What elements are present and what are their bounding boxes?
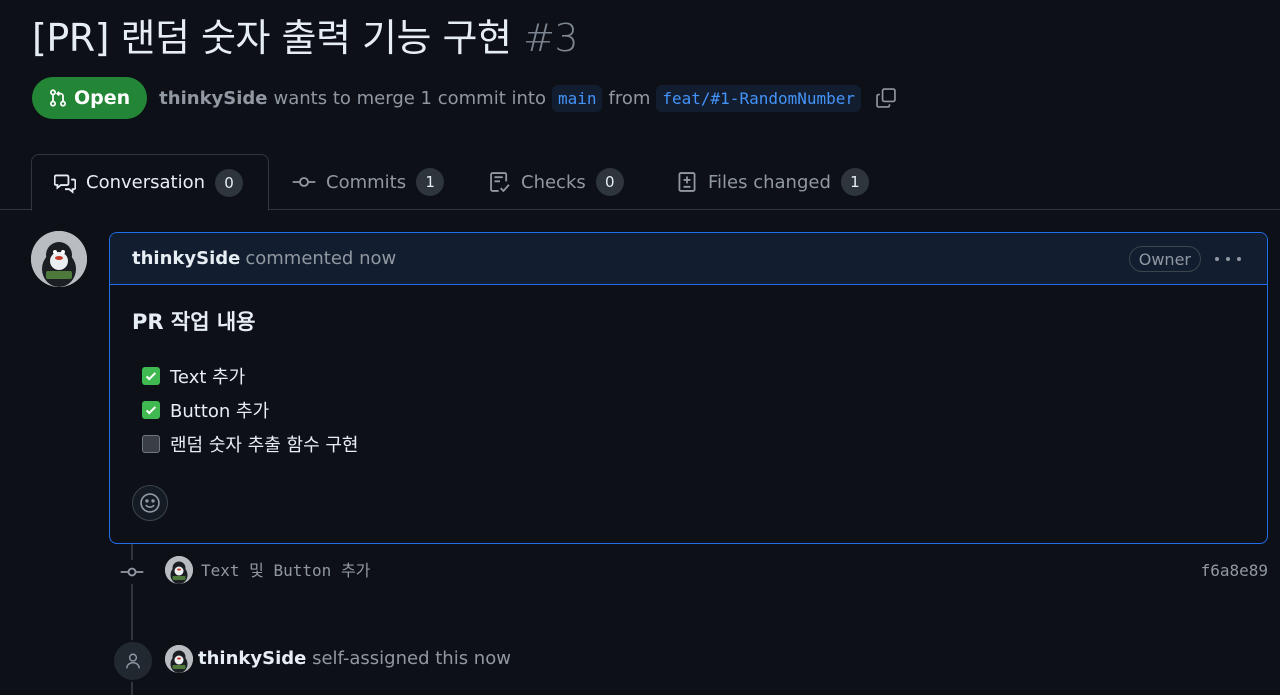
merge-from-text: from (608, 87, 651, 109)
git-pull-request-icon (49, 89, 67, 107)
checklist-icon (490, 172, 510, 193)
comment-options-button[interactable] (1215, 247, 1241, 271)
avatar[interactable] (165, 645, 193, 673)
assign-user[interactable]: thinkySide (198, 648, 306, 669)
task-item: 랜덤 숫자 추출 함수 구현 (132, 427, 1245, 461)
comment-timestamp[interactable]: commented now (245, 248, 396, 269)
comment-header: thinkySide commented now Owner (110, 233, 1267, 285)
tab-label: Conversation (86, 172, 206, 193)
pr-title-row: [PR] 랜덤 숫자 출력 기능 구현 #3 (32, 12, 579, 64)
tab-label: Files changed (708, 171, 831, 193)
pr-meta: Open thinkySide wants to merge 1 commit … (32, 76, 899, 120)
tab-count: 1 (840, 168, 869, 196)
comment-discussion-icon (54, 174, 76, 194)
commit-message[interactable]: Text 및 Button 추가 (201, 559, 370, 583)
tab-files-changed[interactable]: Files changed 1 (654, 154, 891, 210)
pr-state-badge: Open (32, 77, 148, 119)
task-item: Button 추가 (132, 393, 1245, 427)
pr-number: #3 (523, 16, 579, 60)
assign-action: self-assigned this now (312, 648, 511, 669)
task-label: Button 추가 (170, 401, 270, 422)
task-label: Text 추가 (170, 367, 246, 388)
assign-event: thinkySide self-assigned this now (198, 645, 511, 673)
owner-badge: Owner (1128, 246, 1201, 272)
pr-tabs: Conversation 0 Commits 1 Checks 0 Files … (0, 154, 1280, 211)
comment-heading: PR 작업 내용 (132, 310, 256, 334)
check-icon (145, 372, 157, 381)
task-label: 랜덤 숫자 추출 함수 구현 (170, 435, 359, 456)
head-branch[interactable]: feat/#1-RandomNumber (656, 84, 862, 112)
task-checkbox[interactable] (142, 435, 160, 453)
smiley-icon (140, 493, 160, 513)
git-commit-icon (292, 177, 316, 187)
check-icon (145, 406, 157, 415)
merge-info: thinkySide wants to merge 1 commit into … (159, 84, 899, 112)
assign-node (112, 640, 154, 682)
penguin-avatar-icon (165, 556, 193, 584)
task-checkbox[interactable] (142, 367, 160, 385)
copy-branch-button[interactable] (873, 85, 899, 111)
commit-node (119, 560, 145, 584)
tab-conversation[interactable]: Conversation 0 (31, 154, 269, 211)
pr-title: [PR] 랜덤 숫자 출력 기능 구현 (32, 16, 512, 60)
tab-label: Commits (326, 171, 407, 193)
add-reaction-button[interactable] (132, 485, 168, 521)
file-diff-icon (678, 172, 696, 192)
tab-count: 1 (416, 168, 445, 196)
comment-box: thinkySide commented now Owner PR 작업 내용 … (109, 232, 1268, 544)
task-item: Text 추가 (132, 359, 1245, 393)
penguin-avatar-icon (31, 231, 87, 287)
pr-state-label: Open (74, 87, 131, 109)
tab-count: 0 (595, 168, 624, 196)
tab-label: Checks (521, 171, 586, 193)
tab-commits[interactable]: Commits 1 (270, 154, 466, 210)
commit-sha[interactable]: f6a8e89 (1201, 559, 1268, 583)
comment-body: PR 작업 내용 Text 추가 Button 추가 랜덤 숫자 추출 함수 구… (110, 285, 1267, 543)
git-commit-icon (120, 567, 144, 577)
author-link[interactable]: thinkySide (159, 88, 267, 109)
base-branch[interactable]: main (551, 84, 603, 112)
copy-icon (876, 88, 896, 108)
avatar[interactable] (165, 556, 193, 584)
person-icon (126, 653, 140, 669)
tab-count: 0 (215, 168, 244, 197)
merge-text: wants to merge 1 commit into (273, 87, 546, 109)
task-checkbox[interactable] (142, 401, 160, 419)
penguin-avatar-icon (165, 645, 193, 673)
tab-checks[interactable]: Checks 0 (467, 154, 646, 210)
comment-author[interactable]: thinkySide (132, 248, 240, 269)
avatar[interactable] (31, 231, 87, 287)
task-list: Text 추가 Button 추가 랜덤 숫자 추출 함수 구현 (132, 359, 1245, 461)
